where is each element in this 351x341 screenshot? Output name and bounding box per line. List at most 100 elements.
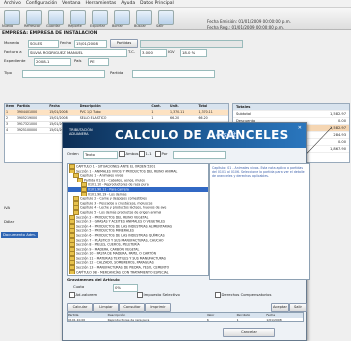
grid-cell: Item	[6, 104, 15, 108]
document-icon[interactable]	[4, 10, 20, 25]
toolbar: Fecha Emisión: 01/01/2009 00:00:00 p.m. …	[0, 8, 351, 30]
grid-cell: 3917321000	[16, 122, 38, 126]
result-cell: 0101.10.00	[68, 317, 86, 322]
result-table: Partida Descripción Valor Percibido Fecha 01…	[67, 312, 304, 322]
save-icon[interactable]	[48, 10, 64, 25]
refresh-icon[interactable]	[26, 10, 42, 25]
grid-cell: 2	[6, 116, 9, 120]
tc-label: T.C.	[128, 49, 135, 54]
chk-por[interactable]: Por	[155, 151, 168, 157]
detail-title: Gravámenes del Artículo	[67, 277, 120, 282]
dialog-button-3[interactable]: Imprimir	[145, 303, 171, 312]
search-icon[interactable]	[136, 10, 152, 25]
menu-item-0[interactable]: Archivo	[4, 1, 21, 6]
report-icon[interactable]	[70, 10, 86, 25]
grid-cell: SELLO ELASTICO	[79, 116, 107, 120]
expediente-label: Expediente	[4, 58, 26, 63]
cliente-label: Factura a	[4, 49, 22, 54]
moneda-field[interactable]: SOLES	[28, 40, 59, 48]
export-icon[interactable]	[92, 10, 108, 25]
fecha-field[interactable]: 15/01/2008	[74, 40, 107, 48]
grid-cell: Cant.	[151, 104, 161, 108]
cuota-label: Cuota	[73, 284, 85, 289]
opt-selectivo[interactable]: Impuesto Selectivo	[137, 292, 180, 298]
exit-icon[interactable]	[158, 10, 174, 25]
toolbar-label-3: Reporte	[68, 24, 82, 28]
cliente-field[interactable]: SILVIA RODRIGUEZ MANUEL	[28, 49, 127, 57]
menu-item-1[interactable]: Configuración	[26, 1, 57, 6]
igv-field[interactable]: 18.0 %	[180, 49, 207, 57]
grid-cell: 66.20	[170, 116, 180, 120]
grid-cell: Unit.	[170, 104, 179, 108]
grid-cell: PVC 1/2 Tubo	[79, 110, 101, 114]
menu-item-2[interactable]: Ventana	[62, 1, 80, 6]
opt-compensatorios[interactable]: Derechos Compensatorios	[215, 292, 271, 298]
menu-item-4[interactable]: Ayuda	[121, 1, 135, 6]
grid-cell: 3925100000	[16, 128, 38, 132]
opt-advalorem[interactable]: Ad-valorem	[69, 292, 97, 298]
expediente-field[interactable]: 2008-1	[34, 58, 71, 66]
grid-cell: 1,370.11	[198, 110, 213, 114]
side-panel: IVA Dólar Documento Adm.	[0, 163, 62, 341]
note-panel: Capítulo: 01 - Animales vivos. Esta nota…	[209, 163, 310, 280]
totals-header: Totales	[233, 104, 349, 111]
note-text: Capítulo: 01 - Animales vivos. Esta nota…	[212, 166, 305, 178]
toolbar-label-0: Nuevo	[2, 24, 14, 28]
side-label-3[interactable]: Documento Adm.	[1, 232, 39, 238]
toolbar-label-1: Refrescar	[24, 24, 41, 28]
dialog-title: CALCULO DE ARANCELES	[115, 128, 289, 142]
toolbar-label-5: Borrar	[112, 24, 123, 28]
cuota-field[interactable]: 0%	[113, 284, 138, 292]
grid-cell: Partida	[16, 104, 30, 108]
moneda-label: Moneda	[4, 40, 20, 45]
search-input[interactable]	[173, 151, 226, 159]
grid-cell: 3905219000	[16, 116, 38, 120]
pais-label: País	[74, 58, 82, 63]
grid-cell: Total	[198, 104, 208, 108]
grid-cell: 1	[151, 110, 154, 114]
toolbar-label-2: Guardar	[46, 24, 61, 28]
grid-cell: 15/01/2008	[49, 110, 68, 114]
result-cell: Reproductores de raza pura	[107, 317, 150, 322]
close-icon[interactable]: ✕	[298, 125, 302, 131]
partida-label: Partida	[110, 70, 124, 75]
result-data-row[interactable]: 0101.10.00 Reproductores de raza pura 6 1 1/…	[68, 318, 303, 323]
side-label-2: Dólar	[4, 219, 15, 224]
delete-icon[interactable]	[114, 10, 130, 25]
chk-ambos[interactable]: Ambos	[119, 151, 139, 157]
dialog-brand: e-soft	[216, 131, 236, 139]
cancel-button[interactable]: Cancelar	[223, 328, 275, 337]
form-title: EMPRESA: EMPRESA DE INSTALACION	[2, 31, 98, 36]
order-select[interactable]: Texto	[83, 151, 118, 159]
tree-item[interactable]: CAPÍTULO 98 - MERCANCÍAS CON TRATAMIENTO…	[68, 269, 208, 275]
dialog-button-0[interactable]: Calcular	[67, 303, 93, 312]
tc-field[interactable]: 3.000	[140, 49, 167, 57]
toolbar-label-4: Exportar	[90, 24, 106, 28]
toolbar-label-6: Buscar	[134, 24, 146, 28]
menu-item-3[interactable]: Herramientas	[86, 1, 117, 6]
folder-icon	[69, 269, 75, 275]
blank-field	[140, 40, 243, 48]
totals-row: Subtotal 1,582.97	[233, 111, 349, 118]
exit-button[interactable]: Salir	[289, 303, 307, 312]
fecha-label: Fecha	[60, 40, 72, 45]
tipo-field[interactable]	[22, 70, 105, 78]
partidas-button[interactable]: Partidas	[110, 39, 138, 48]
dialog-logo: TRIBUTACIÓN ADUANERA	[69, 128, 93, 136]
dialog-button-1[interactable]: Limpiar	[93, 303, 119, 312]
chk-1-1[interactable]: 1-1	[139, 151, 152, 157]
grid-cell: 4	[6, 128, 9, 132]
dialog-button-2[interactable]: Consultar	[119, 303, 145, 312]
result-cell: 1/01/2008	[266, 317, 282, 322]
grid-cell: Fecha	[49, 104, 60, 108]
grid-cell: 3	[6, 122, 9, 126]
pais-field[interactable]: PE	[88, 58, 109, 66]
grid-cell: 1	[151, 116, 154, 120]
dialog-banner: TRIBUTACIÓN ADUANERA CALCULO DE ARANCELE…	[63, 123, 306, 148]
grid-cell: 15/01/2008	[49, 116, 68, 120]
menu-item-5[interactable]: Datos Principal	[140, 1, 174, 6]
partida-field[interactable]	[132, 70, 215, 78]
accept-button[interactable]: Aceptar	[271, 303, 289, 312]
arancel-dialog: TRIBUTACIÓN ADUANERA CALCULO DE ARANCELE…	[62, 122, 310, 341]
tariff-tree: CAPITULO 1 - SITUACIONES ANTE EL ORDEN 5…	[67, 163, 209, 276]
